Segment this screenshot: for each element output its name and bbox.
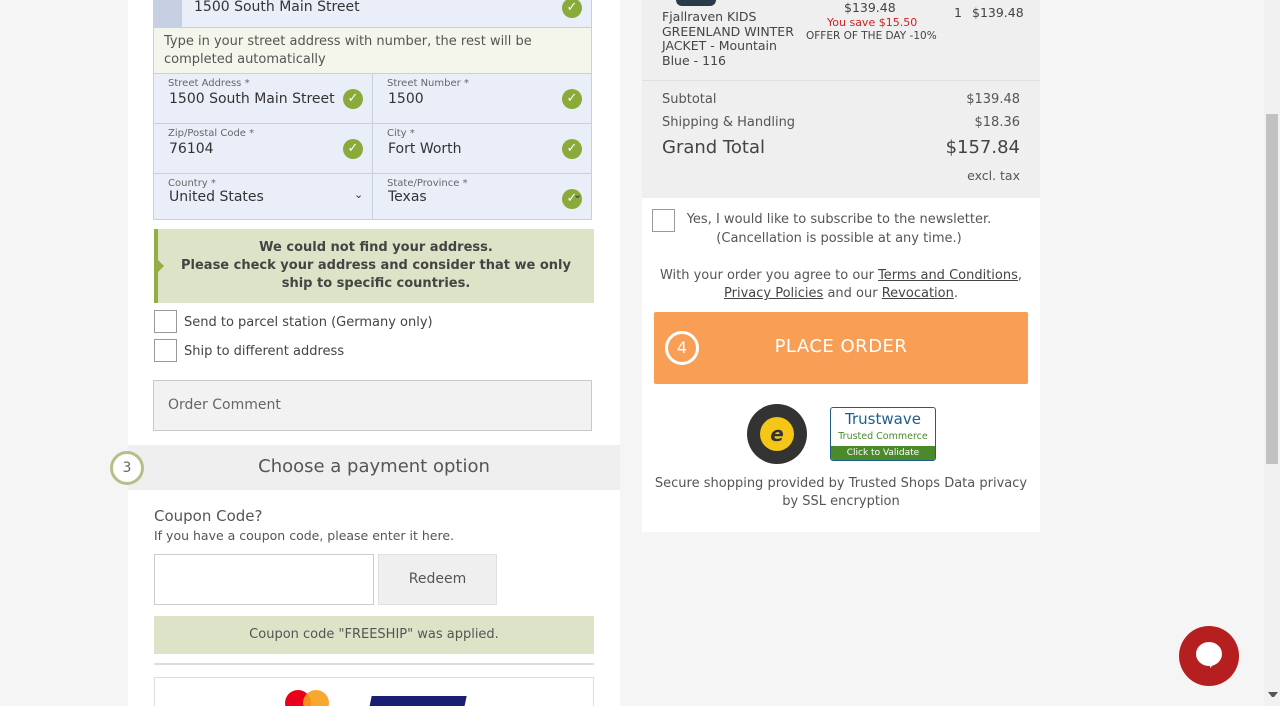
coupon-title: Coupon Code? bbox=[154, 507, 263, 525]
shipping-label: Shipping & Handling bbox=[662, 115, 796, 130]
divider bbox=[154, 663, 594, 665]
grand-total-value: $157.84 bbox=[945, 137, 1020, 158]
product-savings: You save $15.50 bbox=[827, 16, 918, 29]
newsletter-line-2: (Cancellation is possible at any time.) bbox=[716, 231, 962, 246]
street-number-value: 1500 bbox=[388, 91, 424, 107]
newsletter-label: Yes, I would like to subscribe to the ne… bbox=[684, 210, 994, 248]
agreement-text: With your order you agree to our Terms a… bbox=[659, 268, 1023, 301]
newsletter-line-1: Yes, I would like to subscribe to the ne… bbox=[686, 212, 992, 227]
chat-bubble-icon bbox=[1196, 642, 1222, 666]
valid-check-icon: ✓ bbox=[562, 89, 582, 109]
state-value: Texas bbox=[388, 189, 427, 205]
mastercard-icon-right bbox=[303, 690, 329, 706]
warning-arrow-icon bbox=[158, 260, 164, 272]
grand-total-label: Grand Total bbox=[662, 137, 765, 158]
trustwave-validate: Click to Validate bbox=[831, 446, 935, 460]
zip-label: Zip/Postal Code * bbox=[168, 128, 255, 139]
newsletter-checkbox[interactable] bbox=[652, 209, 675, 232]
street-address-label: Street Address * bbox=[168, 78, 250, 89]
coupon-applied-message: Coupon code "FREESHIP" was applied. bbox=[154, 616, 594, 654]
payment-method-option[interactable] bbox=[154, 677, 594, 706]
state-label: State/Province * bbox=[387, 178, 468, 189]
order-comment-input[interactable]: Order Comment bbox=[153, 380, 592, 431]
product-thumbnail bbox=[676, 0, 716, 6]
chevron-down-icon: ⌄ bbox=[573, 188, 583, 201]
valid-check-icon: ✓ bbox=[343, 139, 363, 159]
product-price: $139.48 bbox=[844, 0, 896, 15]
secure-shopping-text: Secure shopping provided by Trusted Shop… bbox=[654, 476, 1028, 509]
trusted-shops-seal-icon[interactable]: e bbox=[747, 404, 807, 464]
different-address-checkbox[interactable] bbox=[154, 339, 177, 362]
street-address-field[interactable]: Street Address * 1500 South Main Street … bbox=[153, 73, 373, 124]
trustwave-badge[interactable]: Trustwave Trusted Commerce Click to Vali… bbox=[830, 407, 936, 461]
shipping-value: $18.36 bbox=[974, 115, 1021, 130]
chat-launcher-button[interactable] bbox=[1179, 626, 1239, 686]
city-field[interactable]: City * Fort Worth ✓ bbox=[372, 123, 592, 174]
warning-message: Please check your address and consider t… bbox=[181, 258, 571, 291]
scroll-down-icon[interactable] bbox=[1268, 692, 1278, 697]
location-pin-icon bbox=[154, 0, 182, 27]
trusted-shops-inner-icon: e bbox=[760, 417, 794, 451]
totals-box: Subtotal $139.48 Shipping & Handling $18… bbox=[642, 80, 1040, 198]
chevron-down-icon: ⌄ bbox=[354, 188, 364, 201]
warning-title: We could not find your address. bbox=[259, 240, 493, 255]
product-quantity: 1 bbox=[954, 5, 962, 20]
state-select[interactable]: State/Province * Texas ✓ ⌄ bbox=[372, 173, 592, 220]
country-value: United States bbox=[169, 189, 264, 205]
agreement-and: and our bbox=[827, 286, 878, 301]
address-hint: Type in your street address with number,… bbox=[153, 28, 592, 73]
valid-check-icon: ✓ bbox=[343, 89, 363, 109]
payment-step-title: Choose a payment option bbox=[258, 456, 490, 477]
street-number-field[interactable]: Street Number * 1500 ✓ bbox=[372, 73, 592, 124]
agreement-prefix: With your order you agree to our bbox=[659, 268, 874, 283]
product-line-total: $139.48 bbox=[972, 5, 1024, 20]
valid-check-icon: ✓ bbox=[562, 139, 582, 159]
zip-field[interactable]: Zip/Postal Code * 76104 ✓ bbox=[153, 123, 373, 174]
visa-icon bbox=[368, 696, 467, 706]
cart-item-row: Fjallraven KIDS GREENLAND WINTER JACKET … bbox=[642, 0, 1040, 80]
subtotal-value: $139.48 bbox=[966, 92, 1020, 107]
country-label: Country * bbox=[168, 178, 216, 189]
revocation-link[interactable]: Revocation bbox=[882, 286, 954, 301]
address-warning: We could not find your address. Please c… bbox=[154, 229, 594, 303]
coupon-input[interactable] bbox=[154, 554, 374, 605]
city-value: Fort Worth bbox=[388, 141, 462, 157]
street-number-label: Street Number * bbox=[387, 78, 469, 89]
city-label: City * bbox=[387, 128, 415, 139]
address-autocomplete-value: 1500 South Main Street bbox=[194, 0, 360, 15]
redeem-button[interactable]: Redeem bbox=[378, 554, 497, 605]
tax-note: excl. tax bbox=[967, 168, 1020, 183]
address-autocomplete-field[interactable]: 1500 South Main Street ✓ bbox=[153, 0, 592, 28]
trustwave-subtitle: Trusted Commerce bbox=[838, 431, 928, 442]
country-select[interactable]: Country * United States ⌄ bbox=[153, 173, 373, 220]
product-name: Fjallraven KIDS GREENLAND WINTER JACKET … bbox=[662, 9, 794, 68]
place-order-label: PLACE ORDER bbox=[774, 336, 908, 357]
street-address-value: 1500 South Main Street bbox=[169, 91, 335, 107]
parcel-station-label: Send to parcel station (Germany only) bbox=[184, 315, 433, 330]
subtotal-label: Subtotal bbox=[662, 92, 717, 107]
terms-link[interactable]: Terms and Conditions bbox=[878, 268, 1018, 283]
trustwave-title: Trustwave bbox=[845, 410, 921, 428]
chat-bubble-tail-icon bbox=[1210, 660, 1218, 668]
zip-value: 76104 bbox=[169, 141, 214, 157]
coupon-subtitle: If you have a coupon code, please enter … bbox=[154, 528, 455, 543]
valid-check-icon: ✓ bbox=[562, 0, 582, 18]
scrollbar-thumb[interactable] bbox=[1266, 114, 1278, 464]
parcel-station-checkbox[interactable] bbox=[154, 310, 177, 333]
different-address-label: Ship to different address bbox=[184, 344, 345, 359]
product-offer: OFFER OF THE DAY -10% bbox=[806, 30, 937, 42]
privacy-link[interactable]: Privacy Policies bbox=[724, 286, 823, 301]
